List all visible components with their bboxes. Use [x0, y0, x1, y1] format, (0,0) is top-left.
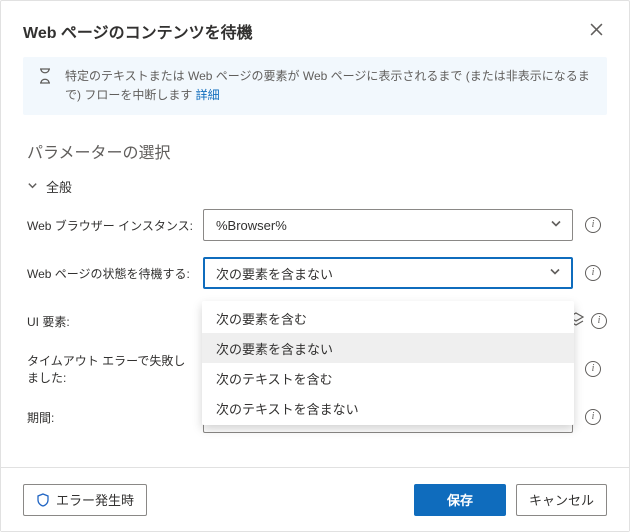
label-browser-instance: Web ブラウザー インスタンス:: [27, 217, 197, 234]
label-wait-state: Web ページの状態を待機する:: [27, 265, 197, 282]
info-browser-instance[interactable]: i: [579, 217, 607, 233]
browser-instance-value: %Browser%: [216, 218, 287, 233]
info-banner-link[interactable]: 詳細: [196, 88, 220, 102]
browser-instance-select[interactable]: %Browser%: [203, 209, 573, 241]
wait-state-dropdown: 次の要素を含む 次の要素を含まない 次のテキストを含む 次のテキストを含まない: [202, 301, 574, 425]
wait-state-option[interactable]: 次の要素を含まない: [202, 333, 574, 363]
chevron-down-icon: [550, 218, 562, 233]
label-ui-element: UI 要素:: [27, 313, 197, 330]
label-duration: 期間:: [27, 409, 197, 426]
info-fail-timeout[interactable]: i: [579, 361, 607, 377]
close-button[interactable]: [585, 20, 607, 42]
label-fail-timeout: タイムアウト エラーで失敗しました:: [27, 352, 197, 386]
wait-state-select[interactable]: 次の要素を含まない: [203, 257, 573, 289]
wait-state-option[interactable]: 次のテキストを含む: [202, 363, 574, 393]
on-error-label: エラー発生時: [56, 490, 134, 509]
wait-state-option[interactable]: 次の要素を含む: [202, 303, 574, 333]
on-error-button[interactable]: エラー発生時: [23, 484, 147, 516]
info-ui-element[interactable]: i: [591, 313, 607, 329]
chevron-down-icon: [549, 266, 561, 281]
info-icon: i: [585, 409, 601, 425]
group-general-label: 全般: [46, 177, 72, 196]
save-button[interactable]: 保存: [414, 484, 506, 516]
info-icon: i: [585, 361, 601, 377]
info-banner-message: 特定のテキストまたは Web ページの要素が Web ページに表示されるまで (…: [65, 69, 590, 102]
shield-icon: [36, 493, 50, 507]
info-icon: i: [591, 313, 607, 329]
info-banner: 特定のテキストまたは Web ページの要素が Web ページに表示されるまで (…: [23, 57, 607, 115]
info-banner-text: 特定のテキストまたは Web ページの要素が Web ページに表示されるまで (…: [65, 67, 593, 105]
chevron-down-icon: [27, 179, 38, 194]
info-duration[interactable]: i: [579, 409, 607, 425]
group-general-toggle[interactable]: 全般: [1, 177, 629, 208]
wait-state-value: 次の要素を含まない: [216, 264, 333, 283]
hourglass-icon: [37, 67, 53, 105]
close-icon: [590, 23, 603, 39]
dialog-title: Web ページのコンテンツを待機: [23, 19, 253, 43]
info-icon: i: [585, 217, 601, 233]
info-wait-state[interactable]: i: [579, 265, 607, 281]
info-icon: i: [585, 265, 601, 281]
section-title: パラメーターの選択: [1, 135, 629, 177]
wait-state-option[interactable]: 次のテキストを含まない: [202, 393, 574, 423]
cancel-button[interactable]: キャンセル: [516, 484, 607, 516]
